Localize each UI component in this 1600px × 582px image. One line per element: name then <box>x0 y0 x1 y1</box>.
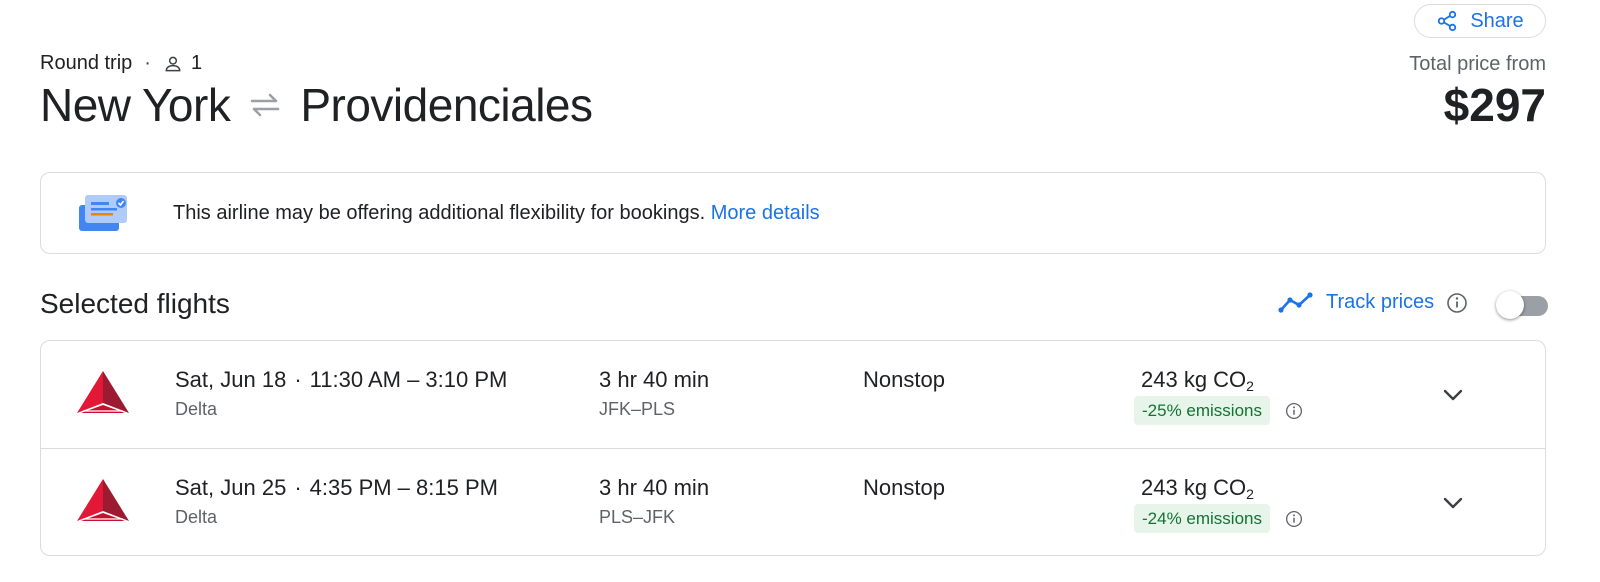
price-label: Total price from <box>1409 53 1546 75</box>
separator-dot: · <box>294 475 302 500</box>
selected-flights-title: Selected flights <box>40 288 230 319</box>
person-icon <box>165 56 181 71</box>
flight-airports: JFK–PLS <box>599 399 676 419</box>
more-details-link[interactable]: More details <box>711 202 820 224</box>
co2-amount: 243 kg CO <box>1141 367 1247 392</box>
airline-name: Delta <box>175 507 218 527</box>
trip-meta: Round trip · 1 <box>40 52 202 75</box>
passenger-count: 1 <box>190 52 203 74</box>
flight-duration: 3 hr 40 min <box>599 475 710 500</box>
flight-airports: PLS–JFK <box>599 507 676 527</box>
total-price: $297 <box>1443 79 1546 131</box>
trend-line-icon <box>1278 291 1313 313</box>
emissions-badge: -25% emissions <box>1134 396 1270 425</box>
flight-row-outbound[interactable]: Sat, Jun 18 · 11:30 AM – 3:10 PM Delta 3 h… <box>41 341 1545 448</box>
share-label: Share <box>1470 9 1524 32</box>
delta-logo <box>77 479 129 521</box>
co2-value: 243 kg CO2 <box>1141 367 1254 394</box>
flight-list: Sat, Jun 18 · 11:30 AM – 3:10 PM Delta 3 h… <box>40 340 1546 556</box>
info-icon[interactable] <box>1285 510 1303 528</box>
separator-dot: · <box>144 52 151 74</box>
co2-amount: 243 kg CO <box>1141 475 1247 500</box>
airline-name: Delta <box>175 399 218 419</box>
flight-times: Sat, Jun 18 · 11:30 AM – 3:10 PM <box>175 367 507 393</box>
info-icon[interactable] <box>1285 402 1303 420</box>
share-icon <box>1438 10 1457 32</box>
track-prices-label: Track prices <box>1326 291 1435 313</box>
co2-subscript: 2 <box>1246 378 1254 394</box>
info-icon[interactable] <box>1446 292 1468 314</box>
flight-date: Sat, Jun 18 <box>175 367 287 392</box>
co2-value: 243 kg CO2 <box>1141 475 1254 502</box>
trip-type: Round trip <box>40 52 133 74</box>
origin-city: New York <box>40 79 231 131</box>
flexibility-ticket-icon <box>79 195 127 231</box>
flight-time-range: 11:30 AM – 3:10 PM <box>309 367 508 392</box>
flexibility-notice: This airline may be offering additional … <box>40 172 1546 254</box>
track-prices-toggle[interactable] <box>1496 291 1548 319</box>
route-title: New York Providenciales <box>40 78 593 132</box>
flight-time-range: 4:35 PM – 8:15 PM <box>309 475 498 500</box>
delta-logo <box>77 371 129 413</box>
notice-message: This airline may be offering additional … <box>173 201 706 224</box>
separator-dot: · <box>294 367 302 392</box>
flight-date: Sat, Jun 25 <box>175 475 287 500</box>
swap-arrows-icon <box>248 91 282 119</box>
notice-text: This airline may be offering additional … <box>173 202 820 225</box>
chevron-down-icon[interactable] <box>1439 489 1467 517</box>
flight-duration: 3 hr 40 min <box>599 367 710 392</box>
flight-stops: Nonstop <box>863 367 945 392</box>
destination-city: Providenciales <box>300 79 593 131</box>
chevron-down-icon[interactable] <box>1439 381 1467 409</box>
co2-subscript: 2 <box>1246 486 1254 502</box>
track-prices[interactable]: Track prices <box>1278 291 1468 314</box>
flight-row-return[interactable]: Sat, Jun 25 · 4:35 PM – 8:15 PM Delta 3 hr… <box>41 448 1545 555</box>
toggle-knob <box>1496 291 1524 319</box>
share-button[interactable]: Share <box>1414 4 1546 38</box>
flight-stops: Nonstop <box>863 475 945 500</box>
emissions-badge: -24% emissions <box>1134 504 1270 533</box>
flight-times: Sat, Jun 25 · 4:35 PM – 8:15 PM <box>175 475 498 501</box>
